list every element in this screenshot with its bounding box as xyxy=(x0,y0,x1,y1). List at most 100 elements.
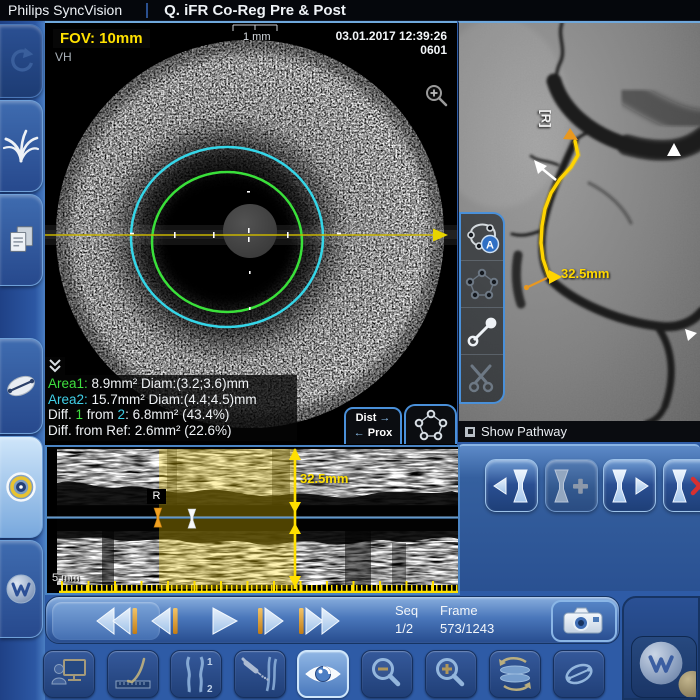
sidebar-item-ivus-view[interactable] xyxy=(0,436,43,538)
add-bookmark-icon xyxy=(553,469,588,502)
delete-bookmark-icon xyxy=(671,469,700,502)
measurement-diff-ref: Diff. from Ref: 2.6mm² (22.6%) xyxy=(48,422,232,438)
show-pathway-label[interactable]: Show Pathway xyxy=(481,424,567,439)
datetime-text: 03.01.2017 12:39:26 xyxy=(335,29,447,43)
waveform-panel xyxy=(622,596,700,700)
auto-badge: A xyxy=(486,240,494,252)
zoom-in-icon xyxy=(436,658,465,687)
catheter-artifact xyxy=(223,204,277,258)
camera-icon xyxy=(563,607,603,634)
frame-label: Frame xyxy=(440,603,478,618)
flip-views-icon xyxy=(499,657,531,691)
step-forward-icon xyxy=(258,607,284,635)
scissors-icon xyxy=(468,364,494,392)
waveform-sphere-icon xyxy=(639,641,696,697)
series-number: 0601 xyxy=(420,43,447,57)
longitudinal-view: R 32.5mm 5 mm xyxy=(45,445,460,595)
pullback-ruler-icon xyxy=(115,657,151,689)
sidebar-item-waveform[interactable] xyxy=(0,540,43,638)
magnifier-plus-icon[interactable] xyxy=(423,83,451,111)
zoom-out-button[interactable] xyxy=(361,650,413,698)
waveform-sphere-icon xyxy=(6,574,36,604)
show-pathway-row: Show Pathway xyxy=(458,421,700,442)
scale-label: 1 mm xyxy=(243,31,271,43)
frame-value: 573/1243 xyxy=(440,621,495,636)
angio-tool-palette: A xyxy=(459,212,505,404)
dist-row: Dist → xyxy=(355,412,391,424)
angio-distance-label: 32.5mm xyxy=(561,266,610,281)
skip-end-icon xyxy=(299,606,340,636)
study-title: Q. iFR Co-Reg Pre & Post xyxy=(164,1,346,19)
snapshot-button[interactable] xyxy=(551,600,617,642)
injection-icon xyxy=(241,656,278,692)
auto-contour-tool[interactable]: A xyxy=(461,214,503,261)
manual-contour-tool[interactable] xyxy=(461,261,503,308)
compare-vessels-icon: 1 2 xyxy=(186,656,213,694)
dist-prox-toggle-button[interactable]: Dist → ← Prox xyxy=(344,407,402,444)
sidebar-item-vessel-tree[interactable] xyxy=(0,100,43,192)
longitudinal-ref-marker-label: R xyxy=(147,489,166,504)
skip-start-icon xyxy=(96,606,138,636)
frame-counter: Frame 573/1243 xyxy=(440,602,494,638)
angio-ref-marker-label: [R] xyxy=(538,109,554,128)
disc-measure-button[interactable] xyxy=(553,650,605,698)
cut-tool[interactable] xyxy=(461,355,503,402)
longitudinal-distance-label: 32.5mm xyxy=(300,471,349,486)
sidebar-item-reports[interactable] xyxy=(0,194,43,286)
prev-bookmark-icon xyxy=(492,469,528,502)
prox-arrow-icon: ← xyxy=(353,427,365,439)
injection-button[interactable] xyxy=(234,650,286,698)
step-back-button[interactable] xyxy=(144,606,192,636)
distance-measure-tool[interactable] xyxy=(461,308,503,355)
coregistered-segment-highlight xyxy=(159,449,295,589)
pullback-measure-button[interactable] xyxy=(107,650,159,698)
eye-icon xyxy=(305,666,341,682)
compare-n1: 1 xyxy=(207,657,213,668)
app-title: Philips SyncVision xyxy=(8,2,123,18)
measurement-area2: Area2: 15.7mm² Diam:(4.4;4.5)mm xyxy=(48,391,257,407)
pressure-ball-icon xyxy=(678,670,696,697)
acquisition-datetime: 03.01.2017 12:39:26 0601 xyxy=(336,29,447,57)
next-bookmark-icon xyxy=(611,469,649,502)
measurement-diff: Diff. 1 from 2: 6.8mm² (43.4%) xyxy=(48,407,230,422)
next-bookmark-button[interactable] xyxy=(603,459,656,512)
measurement-area1: Area1: 8.9mm² Diam:(3.2;3.6)mm xyxy=(48,376,250,391)
compare-n2: 2 xyxy=(207,684,213,694)
bookmark-panel xyxy=(458,444,700,591)
waveform-button[interactable] xyxy=(631,636,697,698)
zoom-out-icon xyxy=(372,658,401,687)
view-eye-button[interactable] xyxy=(297,650,349,698)
distance-line-icon xyxy=(467,317,497,347)
philips-syncvision-screen: Philips SyncVision Q. iFR Co-Reg Pre & P… xyxy=(0,0,700,700)
compare-vessels-button[interactable]: 1 2 xyxy=(170,650,222,698)
contour-points-icon xyxy=(465,268,499,300)
play-icon xyxy=(212,607,239,635)
skip-to-end-button[interactable] xyxy=(294,606,342,636)
zoom-in-button[interactable] xyxy=(425,650,477,698)
flip-views-button[interactable] xyxy=(489,650,541,698)
skip-to-start-button[interactable] xyxy=(94,606,142,636)
contour-points-icon xyxy=(414,409,447,441)
reviewer-icon xyxy=(51,659,86,685)
step-forward-button[interactable] xyxy=(244,606,292,636)
prev-bookmark-button[interactable] xyxy=(485,459,538,512)
collapse-measurements-button[interactable] xyxy=(45,357,65,375)
sidebar-item-disc-measure[interactable] xyxy=(0,338,43,434)
dist-arrow-icon: → xyxy=(379,412,391,424)
longitudinal-image[interactable] xyxy=(47,447,458,593)
titlebar-divider xyxy=(146,2,149,18)
show-pathway-checkbox[interactable] xyxy=(465,426,475,437)
play-button[interactable] xyxy=(199,606,247,636)
disc-measure-icon xyxy=(565,663,593,685)
add-bookmark-button[interactable] xyxy=(545,459,598,512)
reviewer-button[interactable] xyxy=(43,650,95,698)
prox-row: ← Prox xyxy=(353,427,393,439)
history-icon xyxy=(11,47,34,72)
delete-bookmark-button[interactable] xyxy=(663,459,700,512)
ivus-target-icon xyxy=(6,472,36,502)
vh-label: VH xyxy=(55,50,72,64)
longitudinal-scale-label: 5 mm xyxy=(52,572,80,584)
contour-points-button[interactable] xyxy=(404,404,457,444)
seq-value: 1/2 xyxy=(395,621,414,636)
sidebar-item-history[interactable] xyxy=(0,24,43,98)
